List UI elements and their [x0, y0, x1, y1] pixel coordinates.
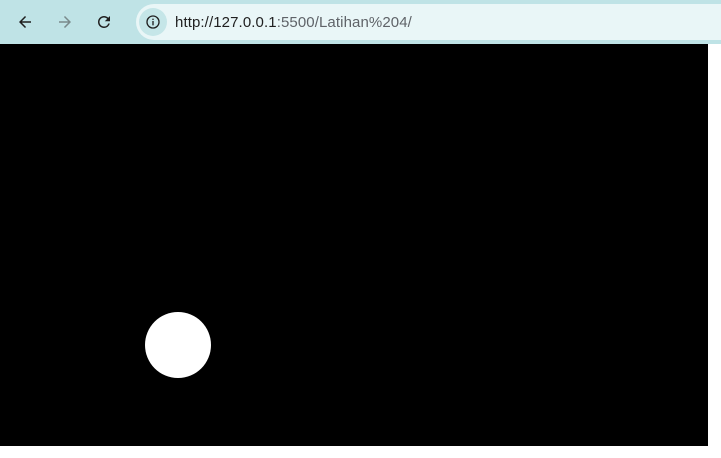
url-host: http://127.0.0.1	[175, 13, 277, 31]
reload-button[interactable]	[88, 6, 120, 38]
url-path: :5500/Latihan%204/	[276, 13, 412, 31]
back-button[interactable]	[9, 6, 41, 38]
game-canvas[interactable]	[0, 44, 708, 446]
page-background	[708, 44, 721, 458]
browser-toolbar: http://127.0.0.1:5500/Latihan%204/	[0, 0, 721, 44]
url-text[interactable]: http://127.0.0.1:5500/Latihan%204/	[175, 14, 412, 31]
info-circle-icon	[146, 15, 160, 29]
arrow-right-icon	[59, 16, 71, 28]
site-info-button[interactable]	[139, 8, 167, 36]
forward-button[interactable]	[49, 6, 81, 38]
refresh-icon	[98, 15, 110, 28]
arrow-left-icon	[19, 16, 31, 28]
page-background-bottom	[0, 446, 721, 458]
ball	[145, 312, 211, 378]
address-bar[interactable]: http://127.0.0.1:5500/Latihan%204/	[136, 4, 721, 40]
